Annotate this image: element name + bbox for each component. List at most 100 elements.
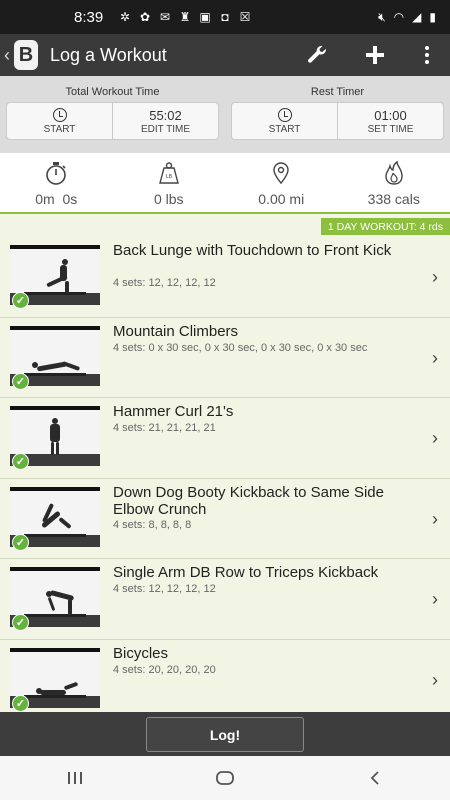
total-workout-time: Total Workout Time START 55:02 EDIT TIME (6, 86, 219, 140)
total-time-buttons: START 55:02 EDIT TIME (6, 102, 219, 140)
slack-icon: ✲ (119, 10, 131, 24)
exercise-sets: 4 sets: 0 x 30 sec, 0 x 30 sec, 0 x 30 s… (113, 341, 368, 354)
log-button[interactable]: Log! (146, 717, 304, 752)
wifi-icon: ◠ (393, 10, 405, 24)
total-start-button[interactable]: START (7, 103, 112, 139)
list-item[interactable]: ✓ Bicycles 4 sets: 20, 20, 20, 20 › (0, 639, 450, 720)
chevron-right-icon: › (432, 347, 438, 368)
edit-time-label: EDIT TIME (140, 124, 191, 135)
mail-icon: ✉ (159, 10, 171, 24)
settings-notification-icon: ✿ (139, 10, 151, 24)
chevron-right-icon: › (432, 669, 438, 690)
exercise-name: Mountain Climbers (113, 322, 239, 340)
exercise-name: Hammer Curl 21's (113, 403, 234, 420)
total-start-label: START (43, 124, 76, 135)
app-bar-actions (288, 34, 450, 76)
list-item[interactable]: ✓ Hammer Curl 21's 4 sets: 21, 21, 21, 2… (0, 398, 450, 479)
chevron-right-icon: › (432, 267, 438, 287)
back-icon (370, 771, 379, 785)
edit-time-button[interactable]: 55:02 EDIT TIME (112, 103, 218, 139)
completed-check-icon: ✓ (12, 533, 29, 551)
flame-icon (385, 160, 403, 185)
duration-value: 0m 0s (35, 191, 78, 207)
completed-check-icon: ✓ (12, 453, 29, 470)
system-icons: 🔇︎ ◠ ◢ ▮ (378, 10, 436, 25)
list-item[interactable]: ✓ Single Arm DB Row to Triceps Kickback … (0, 559, 450, 640)
completed-check-icon: ✓ (12, 292, 29, 309)
calories-value: 338 cals (367, 191, 420, 207)
signal-icon: ◢ (412, 10, 422, 24)
app-logo[interactable]: B (14, 40, 38, 70)
more-icon (425, 46, 429, 50)
stopwatch-icon (46, 162, 67, 185)
stat-weight[interactable]: LB 0 lbs (113, 153, 226, 212)
home-button[interactable] (195, 756, 255, 800)
system-nav-bar (0, 756, 450, 800)
rest-timer-buttons: START 01:00 SET TIME (231, 102, 444, 140)
notification-icons: ✲ ✿ ✉ ♜ ▣ ◘ ☒ (118, 10, 252, 24)
exercise-sets: 4 sets: 12, 12, 12, 12 (113, 583, 216, 595)
mute-icon: 🔇︎ (378, 9, 386, 24)
chevron-right-icon: › (432, 589, 438, 609)
recent-apps-button[interactable] (45, 756, 105, 800)
app-bar: ‹ B Log a Workout (0, 34, 450, 76)
overflow-menu-button[interactable] (404, 34, 450, 76)
recent-apps-icon (68, 772, 82, 784)
distance-value: 0.00 mi (258, 191, 305, 207)
app-logo-letter: B (18, 43, 34, 66)
exercise-sets: 4 sets: 8, 8, 8, 8 (113, 518, 192, 531)
exercise-name: Back Lunge with Touchdown to Front Kick (113, 242, 392, 259)
back-chevron-icon[interactable]: ‹ (4, 45, 10, 66)
rest-time-value: 01:00 (374, 107, 407, 123)
wrench-icon (308, 45, 326, 63)
total-time-title: Total Workout Time (65, 86, 160, 98)
completed-check-icon: ✓ (12, 372, 29, 390)
exercise-list: ✓ Back Lunge with Touchdown to Front Kic… (0, 237, 450, 720)
image-icon: ▣ (199, 10, 211, 24)
list-item[interactable]: ✓ Back Lunge with Touchdown to Front Kic… (0, 237, 450, 318)
rest-timer-title: Rest Timer (310, 86, 365, 98)
stat-distance[interactable]: 0.00 mi (225, 153, 338, 212)
chevron-right-icon: › (432, 508, 438, 529)
stat-calories[interactable]: 338 cals (338, 153, 450, 212)
status-bar: 8:39 ✲ ✿ ✉ ♜ ▣ ◘ ☒ 🔇︎ ◠ ◢ ▮ (0, 0, 450, 34)
rest-start-label: START (268, 124, 301, 135)
rounds-badge: 1 DAY WORKOUT: 4 rds (320, 218, 450, 235)
workout-stats: 0m 0s LB 0 lbs 0.00 mi 338 cals (0, 153, 450, 212)
set-time-button[interactable]: 01:00 SET TIME (337, 103, 443, 139)
location-pin-icon (273, 162, 289, 185)
rest-timer: Rest Timer START 01:00 SET TIME (231, 86, 444, 140)
wrench-button[interactable] (288, 34, 346, 76)
lock-notification-icon: ♜ (179, 10, 191, 24)
exercise-sets: 4 sets: 20, 20, 20, 20 (113, 663, 216, 676)
log-bar: Log! (0, 712, 450, 756)
clock-icon (277, 108, 292, 122)
divider (0, 212, 450, 214)
exercise-name: Down Dog Booty Kickback to Same Side Elb… (113, 483, 384, 518)
weight-value: 0 lbs (153, 191, 184, 207)
completed-check-icon: ✓ (12, 614, 29, 631)
list-item[interactable]: ✓ Mountain Climbers 4 sets: 0 x 30 sec, … (0, 317, 450, 398)
app-notification-icon: ◘ (221, 10, 229, 24)
rest-start-button[interactable]: START (232, 103, 337, 139)
home-icon (216, 771, 234, 785)
exercise-sets: 4 sets: 21, 21, 21, 21 (113, 422, 216, 434)
chevron-right-icon: › (432, 428, 438, 448)
exercise-name: Bicycles (113, 644, 169, 662)
status-time: 8:39 (74, 8, 104, 26)
stat-duration[interactable]: 0m 0s (0, 153, 113, 212)
exercise-name: Single Arm DB Row to Triceps Kickback (113, 564, 379, 581)
clock-icon (52, 108, 67, 122)
page-title: Log a Workout (50, 44, 167, 65)
battery-icon: ▮ (429, 10, 436, 24)
list-item[interactable]: ✓ Down Dog Booty Kickback to Same Side E… (0, 478, 450, 559)
close-notification-icon: ☒ (239, 10, 251, 24)
add-button[interactable] (346, 34, 404, 76)
completed-check-icon: ✓ (12, 694, 29, 712)
exercise-sets: 4 sets: 12, 12, 12, 12 (113, 277, 216, 289)
plus-icon (366, 46, 384, 64)
set-time-label: SET TIME (367, 124, 414, 135)
total-time-value: 55:02 (149, 107, 182, 123)
timer-panel: Total Workout Time START 55:02 EDIT TIME… (0, 76, 450, 153)
back-button[interactable] (345, 756, 405, 800)
